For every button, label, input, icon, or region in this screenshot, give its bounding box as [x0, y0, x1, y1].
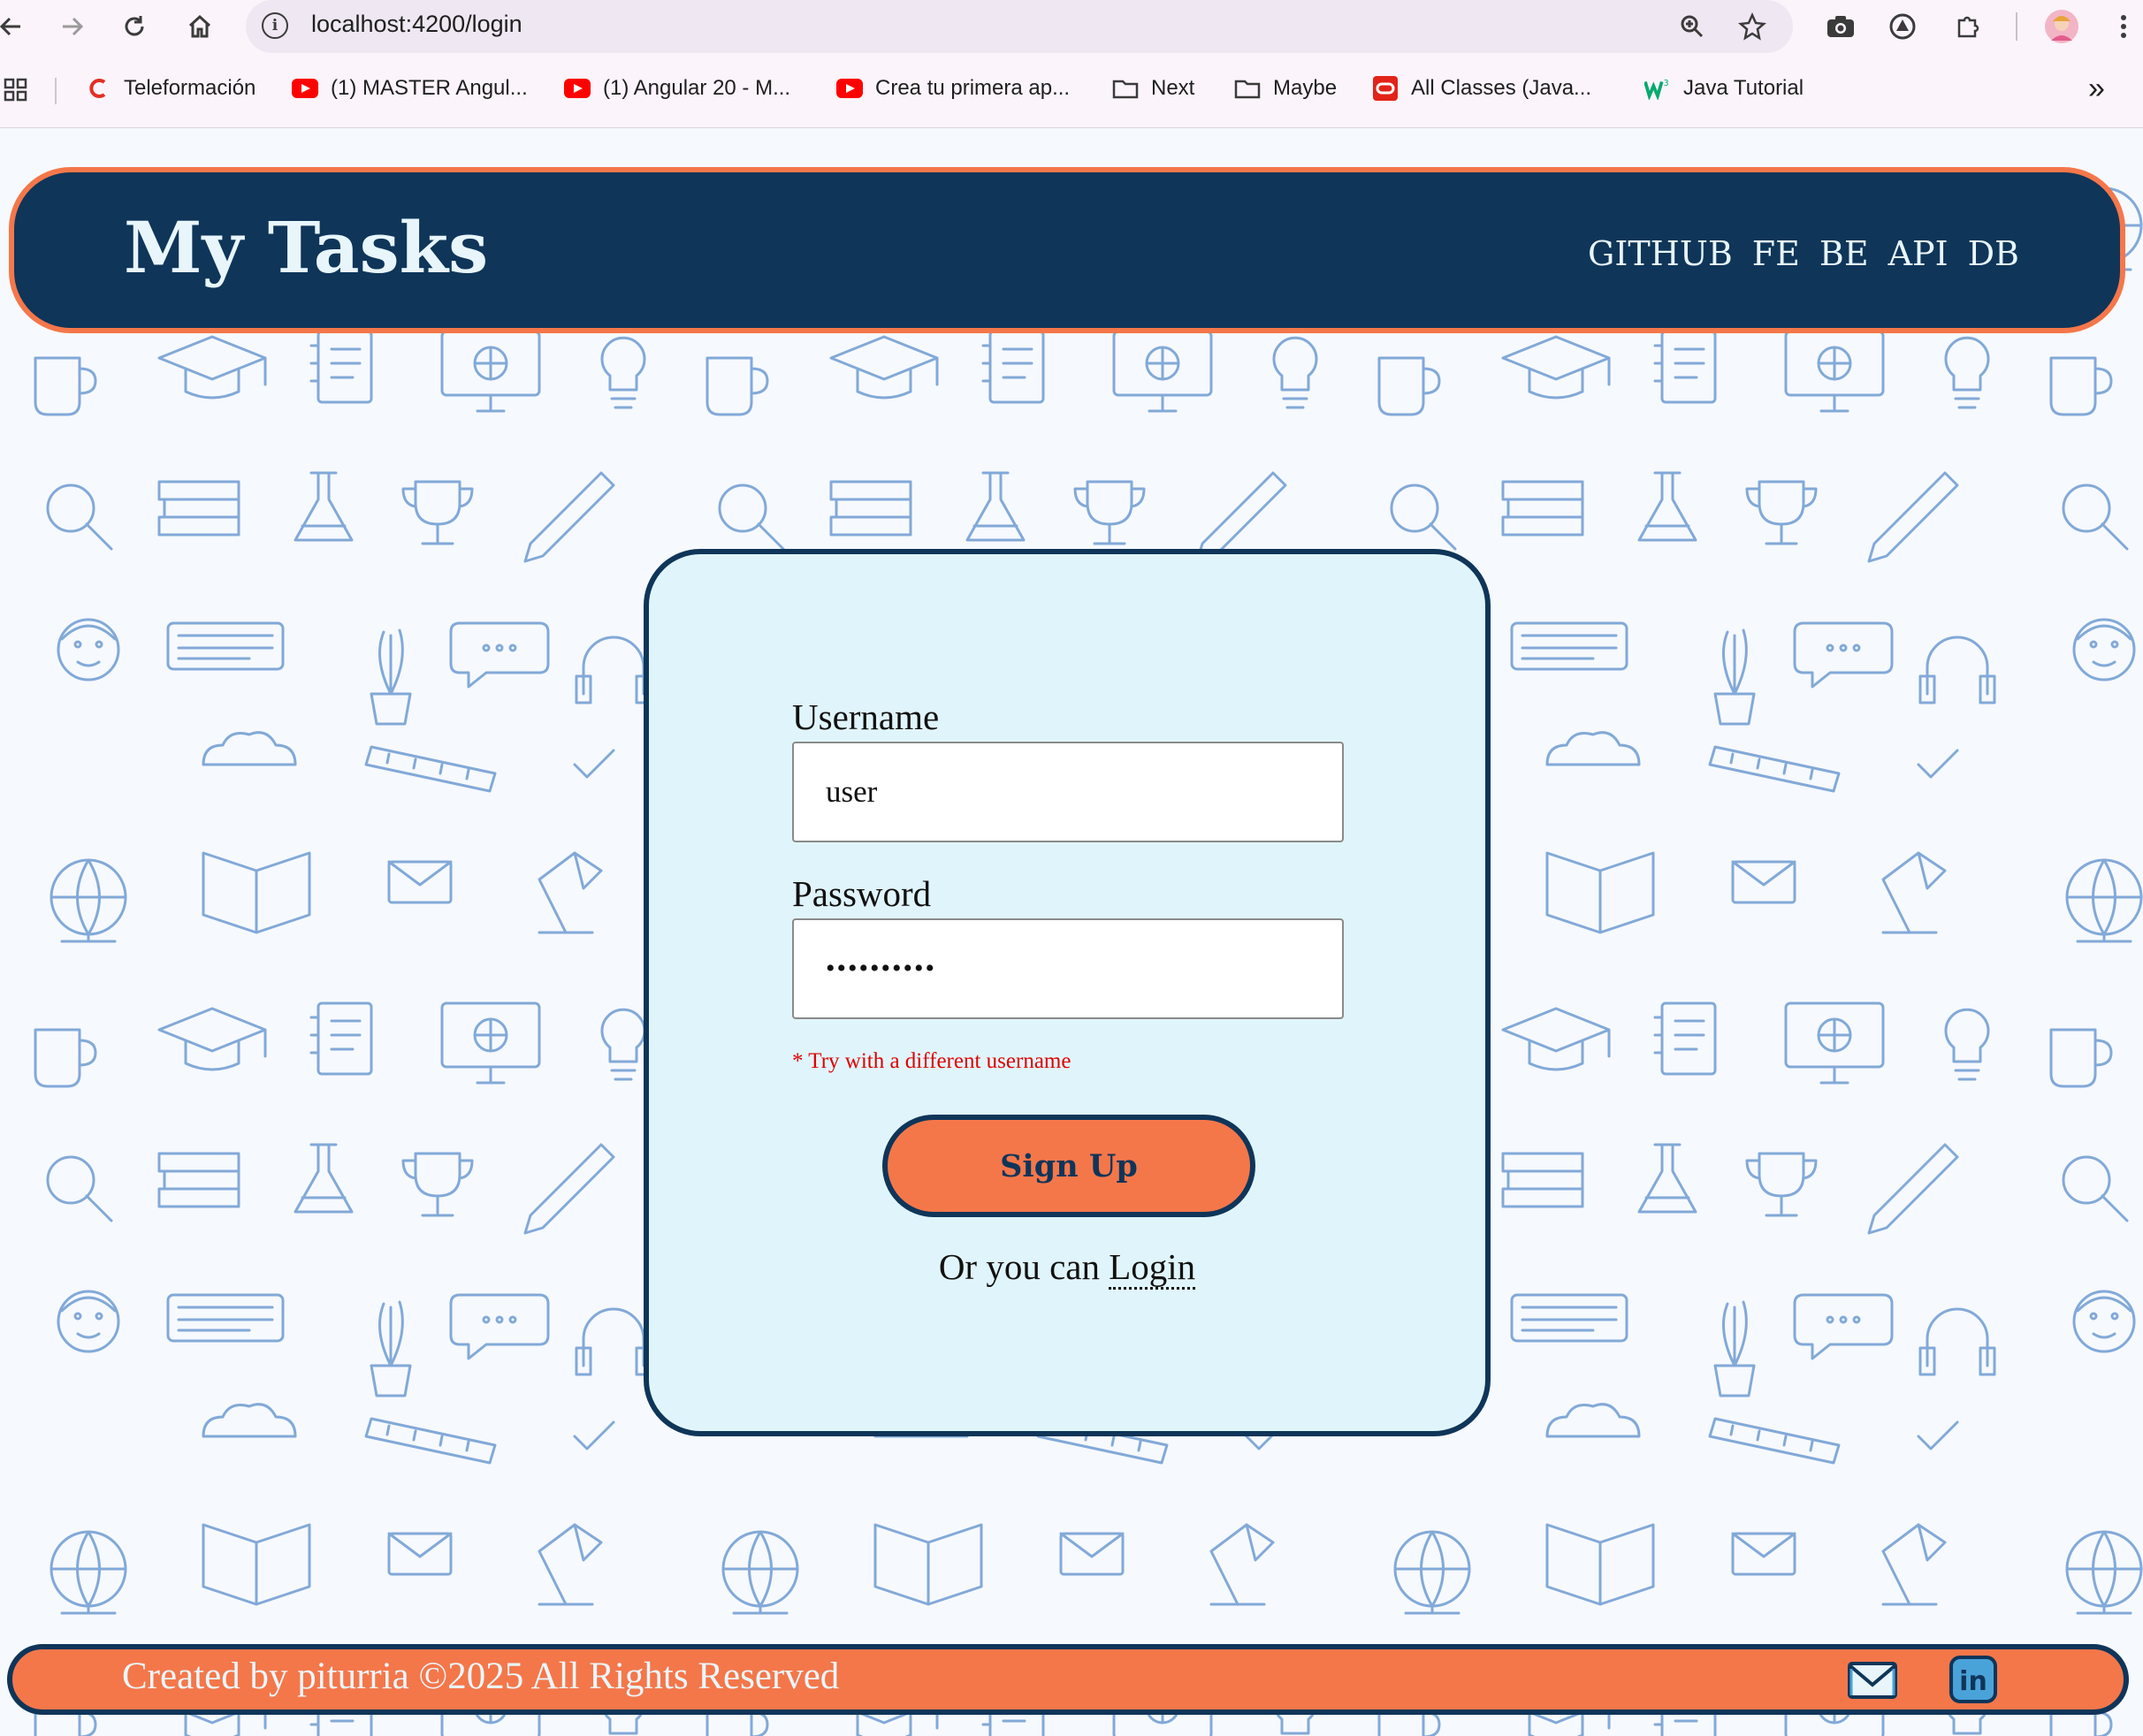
folder-icon	[1234, 75, 1261, 102]
signup-card: Username Password * Try with a different…	[644, 549, 1491, 1436]
password-input[interactable]	[792, 918, 1344, 1019]
sign-up-button[interactable]: Sign Up	[882, 1115, 1255, 1217]
bookmark-label: (1) MASTER Angul...	[331, 76, 528, 100]
oracle-icon	[1372, 75, 1399, 102]
bookmark-star-icon[interactable]	[1733, 7, 1772, 46]
address-bar[interactable]: i localhost:4200/login	[246, 0, 1793, 53]
youtube-icon	[292, 75, 318, 102]
mail-icon[interactable]	[1846, 1653, 1899, 1706]
error-message: * Try with a different username	[792, 1049, 1072, 1073]
folder-icon	[1112, 75, 1139, 102]
menu-kebab-icon[interactable]	[2104, 7, 2143, 46]
back-icon[interactable]	[0, 7, 30, 46]
bookmark-label: (1) Angular 20 - M...	[603, 76, 791, 100]
home-icon[interactable]	[180, 7, 219, 46]
site-info-icon[interactable]: i	[262, 12, 288, 39]
nav-link-be[interactable]: BE	[1819, 234, 1869, 273]
bookmark-label: Teleformación	[124, 76, 256, 100]
header-nav: GITHUB FE BE API DB	[1588, 234, 2019, 273]
bookmark-master-angular[interactable]: (1) MASTER Angul...	[292, 71, 528, 106]
bookmark-label: Java Tutorial	[1683, 76, 1804, 100]
bookmark-all-classes-java[interactable]: All Classes (Java...	[1372, 71, 1591, 106]
page-viewport: My Tasks GITHUB FE BE API DB Username Pa…	[0, 128, 2143, 1736]
bookmark-label: Crea tu primera ap...	[875, 76, 1071, 100]
address-url[interactable]: localhost:4200/login	[311, 11, 522, 38]
extensions-puzzle-icon[interactable]	[1949, 7, 1987, 46]
extension-triangle-icon[interactable]	[1883, 7, 1922, 46]
app-header: My Tasks GITHUB FE BE API DB	[9, 167, 2125, 333]
nav-link-fe[interactable]: FE	[1752, 234, 1800, 273]
bookmarks-divider	[55, 78, 57, 104]
bookmark-folder-maybe[interactable]: Maybe	[1234, 71, 1337, 106]
toolbar-divider	[2016, 12, 2017, 41]
login-prompt-text: Or you can	[938, 1246, 1110, 1287]
svg-text:3: 3	[1664, 79, 1669, 88]
nav-link-api[interactable]: API	[1888, 234, 1949, 273]
nav-link-db[interactable]: DB	[1968, 234, 2019, 273]
footer-copyright: Created by piturria ©2025 All Rights Res…	[122, 1656, 840, 1697]
youtube-icon	[564, 75, 591, 102]
w3schools-icon: 3	[1644, 75, 1671, 102]
bookmarks-bar: Teleformación (1) MASTER Angul... (1) An…	[0, 53, 2143, 128]
apps-grid-icon[interactable]	[4, 78, 28, 107]
bookmark-label: Next	[1151, 76, 1195, 100]
c-logo-icon	[85, 75, 111, 102]
login-link[interactable]: Login	[1109, 1246, 1196, 1290]
linkedin-icon[interactable]: in	[1947, 1653, 2000, 1706]
linkedin-glyph: in	[1959, 1666, 1987, 1697]
login-prompt: Or you can Login	[649, 1245, 1485, 1290]
youtube-icon	[836, 75, 863, 102]
browser-toolbar: i localhost:4200/login	[0, 0, 2143, 53]
bookmark-label: Maybe	[1273, 76, 1338, 100]
app-footer: Created by piturria ©2025 All Rights Res…	[7, 1644, 2129, 1715]
bookmark-label: All Classes (Java...	[1411, 76, 1592, 100]
camera-icon[interactable]	[1821, 7, 1860, 46]
bookmark-angular-20[interactable]: (1) Angular 20 - M...	[564, 71, 790, 106]
brand-title[interactable]: My Tasks	[124, 206, 488, 289]
bookmark-java-tutorial[interactable]: 3 Java Tutorial	[1644, 71, 1804, 106]
nav-link-github[interactable]: GITHUB	[1588, 234, 1733, 273]
profile-avatar[interactable]	[2042, 7, 2081, 46]
forward-icon[interactable]	[53, 7, 92, 46]
bookmark-teleformacion[interactable]: Teleformación	[85, 71, 255, 106]
password-label: Password	[792, 873, 932, 914]
bookmark-folder-next[interactable]: Next	[1112, 71, 1194, 106]
username-input[interactable]	[792, 742, 1344, 842]
bookmarks-overflow-icon[interactable]: »	[2088, 71, 2105, 106]
username-label: Username	[792, 697, 940, 737]
reload-icon[interactable]	[115, 7, 154, 46]
bookmark-crea-tu-primera[interactable]: Crea tu primera ap...	[836, 71, 1070, 106]
zoom-icon[interactable]	[1673, 7, 1712, 46]
